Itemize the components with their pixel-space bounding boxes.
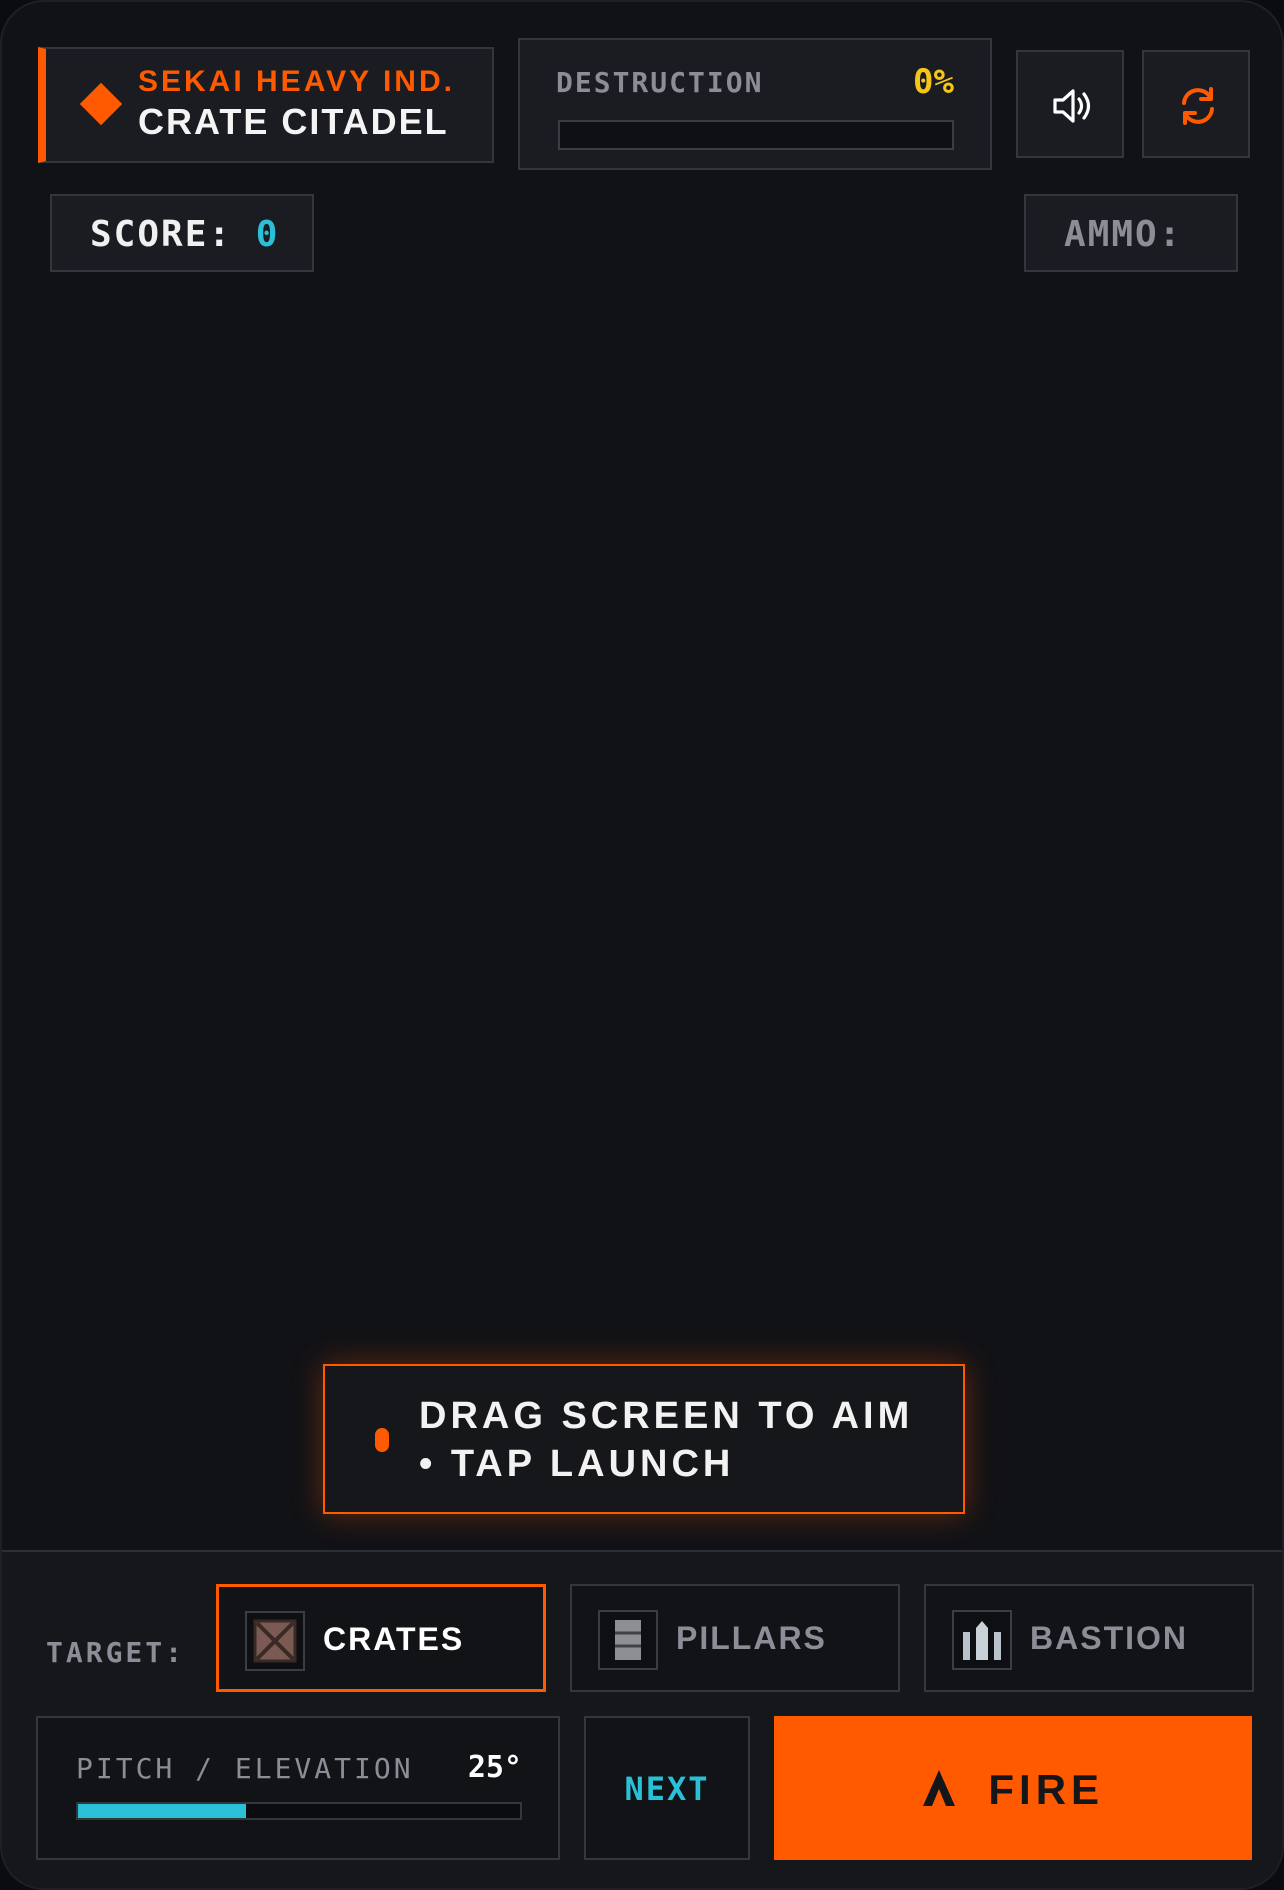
target-label: TARGET: [46, 1636, 186, 1669]
hint-text: DRAG SCREEN TO AIM • TAP LAUNCH [419, 1395, 914, 1485]
hint-indicator-icon [375, 1428, 389, 1452]
target-pillars-label: PILLARS [676, 1620, 827, 1656]
reset-button[interactable] [1142, 50, 1250, 158]
destruction-label: DESTRUCTION [556, 66, 764, 99]
pitch-label: PITCH / ELEVATION [76, 1752, 414, 1785]
game-title: CRATE CITADEL [138, 101, 449, 142]
destruction-meter: DESTRUCTION 0% [518, 38, 992, 170]
score-label: SCORE: [90, 214, 233, 255]
fire-content: FIRE [774, 1766, 1252, 1814]
score-value: 0 [255, 214, 280, 255]
diamond-icon [79, 82, 123, 126]
pitch-slider-fill [78, 1804, 246, 1818]
aim-hint: DRAG SCREEN TO AIM • TAP LAUNCH [323, 1364, 965, 1514]
next-button[interactable]: NEXT [584, 1716, 750, 1860]
target-pillars-button[interactable]: PILLARS [570, 1584, 900, 1692]
game-frame: SEKAI HEAVY IND. CRATE CITADEL DESTRUCTI… [0, 0, 1284, 1890]
brand-label: SEKAI HEAVY IND. [138, 65, 455, 98]
bastion-icon [952, 1610, 1012, 1670]
pitch-value: 25° [467, 1750, 522, 1785]
pitch-slider[interactable] [76, 1802, 522, 1820]
crate-icon [245, 1611, 305, 1671]
destruction-bar [558, 120, 954, 150]
target-bastion-button[interactable]: BASTION [924, 1584, 1254, 1692]
launch-icon [922, 1768, 956, 1813]
next-label: NEXT [624, 1770, 710, 1808]
target-bastion-label: BASTION [1030, 1620, 1188, 1656]
ammo-label: AMMO: [1064, 214, 1183, 255]
score-text: SCORE: 0 [90, 214, 279, 255]
fire-button[interactable]: FIRE [774, 1716, 1252, 1860]
control-dock: TARGET: CRATES PILLARS BASTION PITCH / E… [2, 1550, 1282, 1888]
destruction-value: 0% [913, 62, 954, 102]
target-crates-button[interactable]: CRATES [216, 1584, 546, 1692]
target-crates-label: CRATES [323, 1621, 465, 1657]
pillar-icon [598, 1610, 658, 1670]
fire-label: FIRE [988, 1766, 1105, 1813]
sound-button[interactable] [1016, 50, 1124, 158]
pitch-control[interactable]: PITCH / ELEVATION 25° [36, 1716, 560, 1860]
refresh-icon [1182, 87, 1214, 125]
speaker-icon [1053, 89, 1091, 123]
title-card: SEKAI HEAVY IND. CRATE CITADEL [38, 47, 494, 163]
score-display: SCORE: 0 [50, 194, 314, 272]
ammo-display: AMMO: [1024, 194, 1238, 272]
